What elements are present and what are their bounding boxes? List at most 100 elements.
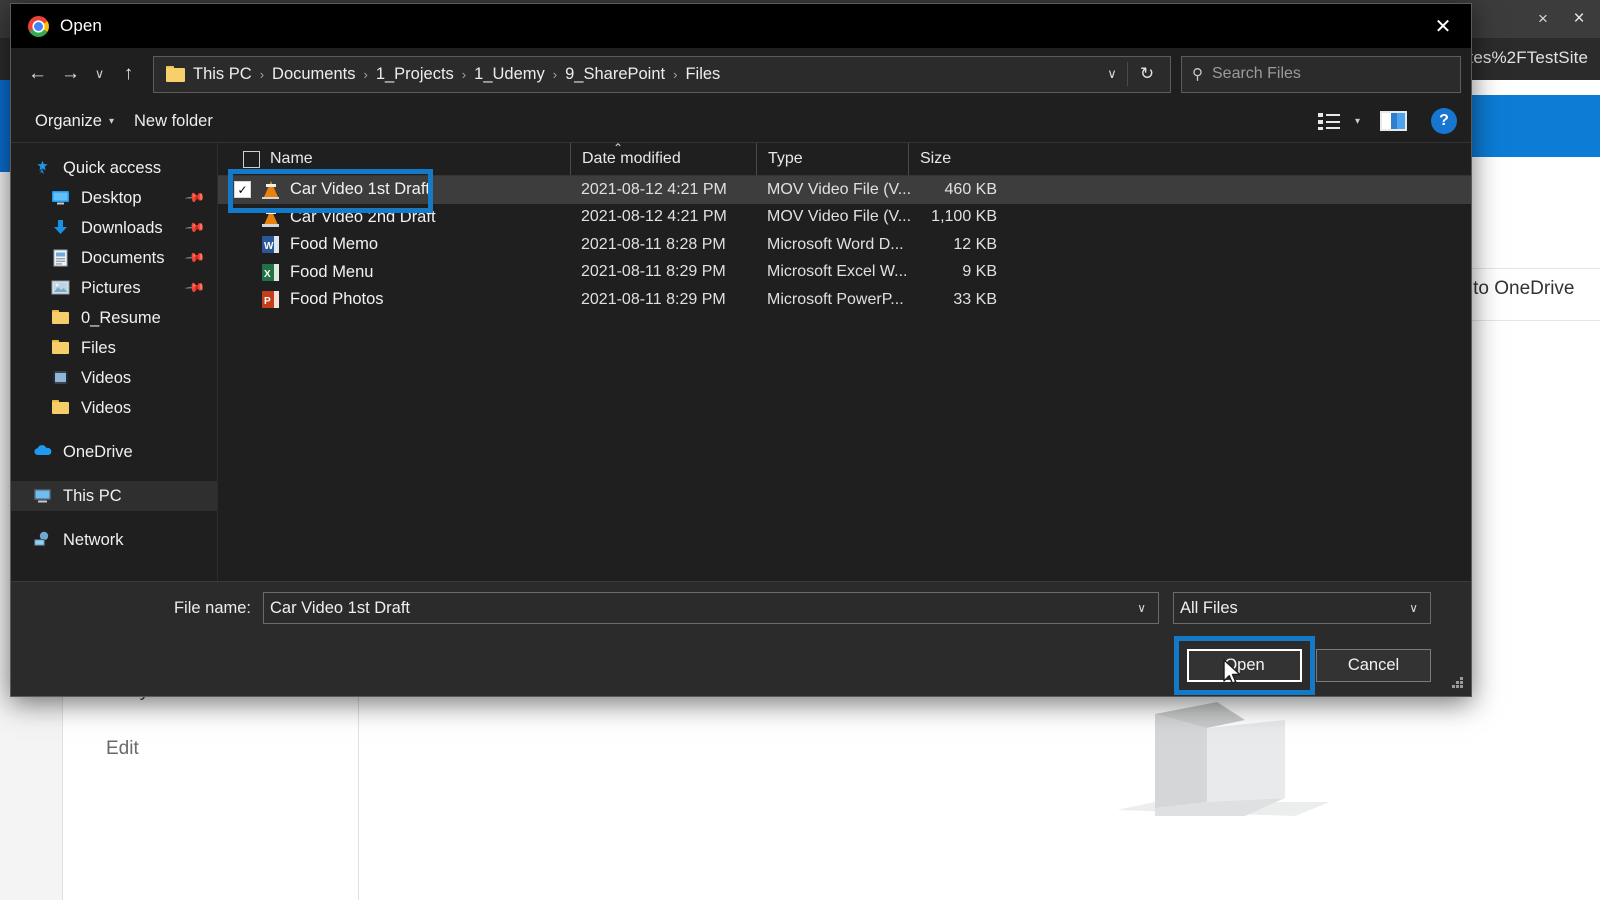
breadcrumb-item-0[interactable]: This PC [190, 65, 255, 84]
select-all-checkbox[interactable] [243, 150, 260, 168]
sidebar-item-label: Videos [81, 368, 132, 387]
browser-window-close-icon[interactable]: × [1566, 6, 1592, 32]
sidebar-item-onedrive[interactable]: OneDrive [11, 437, 217, 467]
column-header-date-modified[interactable]: Date modified [570, 143, 756, 175]
search-input[interactable]: ⚲ Search Files [1181, 55, 1461, 93]
sidebar-item-quick-access[interactable]: Quick access [11, 153, 217, 183]
file-type-filter-dropdown[interactable]: All Files ∨ [1173, 592, 1431, 624]
cancel-button[interactable]: Cancel [1316, 648, 1431, 682]
computer-icon [33, 487, 53, 505]
chevron-down-icon[interactable]: ∨ [1131, 601, 1152, 615]
new-folder-label: New folder [133, 111, 213, 130]
folder-icon [51, 339, 71, 357]
column-header-date-label: Date modified [582, 150, 681, 167]
network-icon [33, 531, 53, 549]
file-size: 1,100 KB [931, 208, 997, 226]
chevron-down-icon: ▾ [108, 115, 114, 127]
preview-pane-button[interactable] [1370, 106, 1417, 136]
file-name-cell[interactable]: X Food Menu [218, 263, 570, 282]
star-icon [33, 159, 53, 177]
sidebar-item-files[interactable]: Files [11, 333, 217, 363]
file-type: MOV Video File (V... [767, 208, 912, 226]
navigation-sidebar: Quick access Desktop 📌 Downloads 📌 Docum… [11, 143, 218, 581]
file-name-cell[interactable]: W Food Memo [218, 235, 570, 254]
browser-tab-close-icon[interactable]: × [1532, 8, 1554, 30]
breadcrumb-item-3[interactable]: 1_Udemy [471, 65, 548, 84]
table-row[interactable]: ✓ Car Video 1st Draft 2021-08-12 4:21 PM… [218, 176, 1471, 204]
file-type: Microsoft Word D... [767, 235, 904, 253]
breadcrumb-separator-icon: › [673, 66, 678, 82]
column-headers: Name Date modified Type Size ⌃ [218, 141, 1471, 176]
forward-button[interactable]: → [54, 58, 87, 91]
column-header-name[interactable]: Name [218, 143, 570, 175]
file-name-cell[interactable]: Car Video 2nd Draft [218, 208, 570, 227]
dialog-button-row: Open Cancel [11, 634, 1471, 696]
sidebar-item-label: This PC [63, 486, 122, 505]
file-name-input[interactable]: Car Video 1st Draft ∨ [263, 592, 1159, 624]
background-blue-field-band [1450, 95, 1600, 157]
chevron-down-icon[interactable]: ∨ [1097, 58, 1127, 91]
background-divider [1450, 320, 1600, 321]
browser-url-text: sites%2FTestSite [1456, 48, 1588, 67]
sidebar-item-label: Quick access [63, 158, 162, 177]
search-placeholder: Search Files [1212, 65, 1301, 82]
empty-folder-illustration [1117, 702, 1330, 816]
dialog-body: Quick access Desktop 📌 Downloads 📌 Docum… [11, 141, 1471, 581]
open-file-dialog: Open ✕ ← → ∨ ↑ This PC › Documents › 1_P… [10, 3, 1472, 697]
new-folder-button[interactable]: New folder [124, 106, 223, 136]
breadcrumb-item-4[interactable]: 9_SharePoint [562, 65, 668, 84]
up-button[interactable]: ↑ [112, 58, 145, 91]
organize-button[interactable]: Organize ▾ [25, 106, 124, 136]
file-name-cell[interactable]: ✓ Car Video 1st Draft [218, 180, 570, 200]
breadcrumb-item-5[interactable]: Files [682, 65, 723, 84]
sidebar-item-documents[interactable]: Documents 📌 [11, 243, 217, 273]
cloud-icon [33, 443, 53, 461]
close-icon[interactable]: ✕ [1415, 4, 1471, 48]
sidebar-item-pictures[interactable]: Pictures 📌 [11, 273, 217, 303]
folder-icon [51, 399, 71, 417]
sidebar-item-desktop[interactable]: Desktop 📌 [11, 183, 217, 213]
back-button[interactable]: ← [21, 58, 54, 91]
table-row[interactable]: X Food Menu 2021-08-11 8:29 PM Microsoft… [218, 259, 1471, 287]
view-options-button[interactable]: ▾ [1308, 106, 1370, 136]
resize-grip[interactable] [1451, 677, 1465, 691]
column-header-size[interactable]: Size [908, 143, 1009, 175]
column-header-type-label: Type [768, 150, 803, 167]
sidebar-item-videos-folder[interactable]: Videos [11, 393, 217, 423]
folder-icon [166, 66, 185, 82]
recent-locations-button[interactable]: ∨ [87, 58, 112, 91]
sidebar-item-label: Pictures [81, 278, 141, 297]
file-name: Food Photos [290, 290, 384, 309]
breadcrumb-item-1[interactable]: Documents [269, 65, 358, 84]
sidebar-item-0-resume[interactable]: 0_Resume [11, 303, 217, 333]
sidebar-item-this-pc[interactable]: This PC [11, 481, 217, 511]
table-row[interactable]: W Food Memo 2021-08-11 8:28 PM Microsoft… [218, 231, 1471, 259]
pin-icon: 📌 [184, 276, 207, 299]
sidebar-item-label: Downloads [81, 218, 163, 237]
sidebar-item-downloads[interactable]: Downloads 📌 [11, 213, 217, 243]
file-name-cell[interactable]: P Food Photos [218, 290, 570, 309]
open-button-wrapper: Open [1174, 635, 1315, 695]
breadcrumb-item-2[interactable]: 1_Projects [373, 65, 457, 84]
desktop-icon [51, 189, 71, 207]
column-header-type[interactable]: Type [756, 143, 908, 175]
file-type: Microsoft Excel W... [767, 263, 908, 281]
breadcrumb-separator-icon: › [259, 66, 265, 82]
sidebar-item-videos-library[interactable]: Videos [11, 363, 217, 393]
picture-icon [51, 279, 71, 297]
column-header-name-label: Name [270, 150, 313, 167]
sidebar-item-network[interactable]: Network [11, 525, 217, 555]
word-icon: W [260, 235, 281, 254]
refresh-icon[interactable]: ↻ [1128, 58, 1166, 91]
background-edit-link[interactable]: Edit [106, 738, 139, 760]
sidebar-item-label: Network [63, 530, 124, 549]
row-checkbox[interactable]: ✓ [234, 181, 251, 199]
table-row[interactable]: P Food Photos 2021-08-11 8:29 PM Microso… [218, 286, 1471, 314]
sidebar-item-label: Desktop [81, 188, 142, 207]
organize-label: Organize [35, 111, 102, 130]
table-row[interactable]: Car Video 2nd Draft 2021-08-12 4:21 PM M… [218, 204, 1471, 232]
help-button[interactable]: ? [1431, 108, 1457, 134]
open-button[interactable]: Open [1187, 648, 1302, 682]
breadcrumb-separator-icon: › [552, 66, 558, 82]
address-bar[interactable]: This PC › Documents › 1_Projects › 1_Ude… [153, 55, 1171, 93]
